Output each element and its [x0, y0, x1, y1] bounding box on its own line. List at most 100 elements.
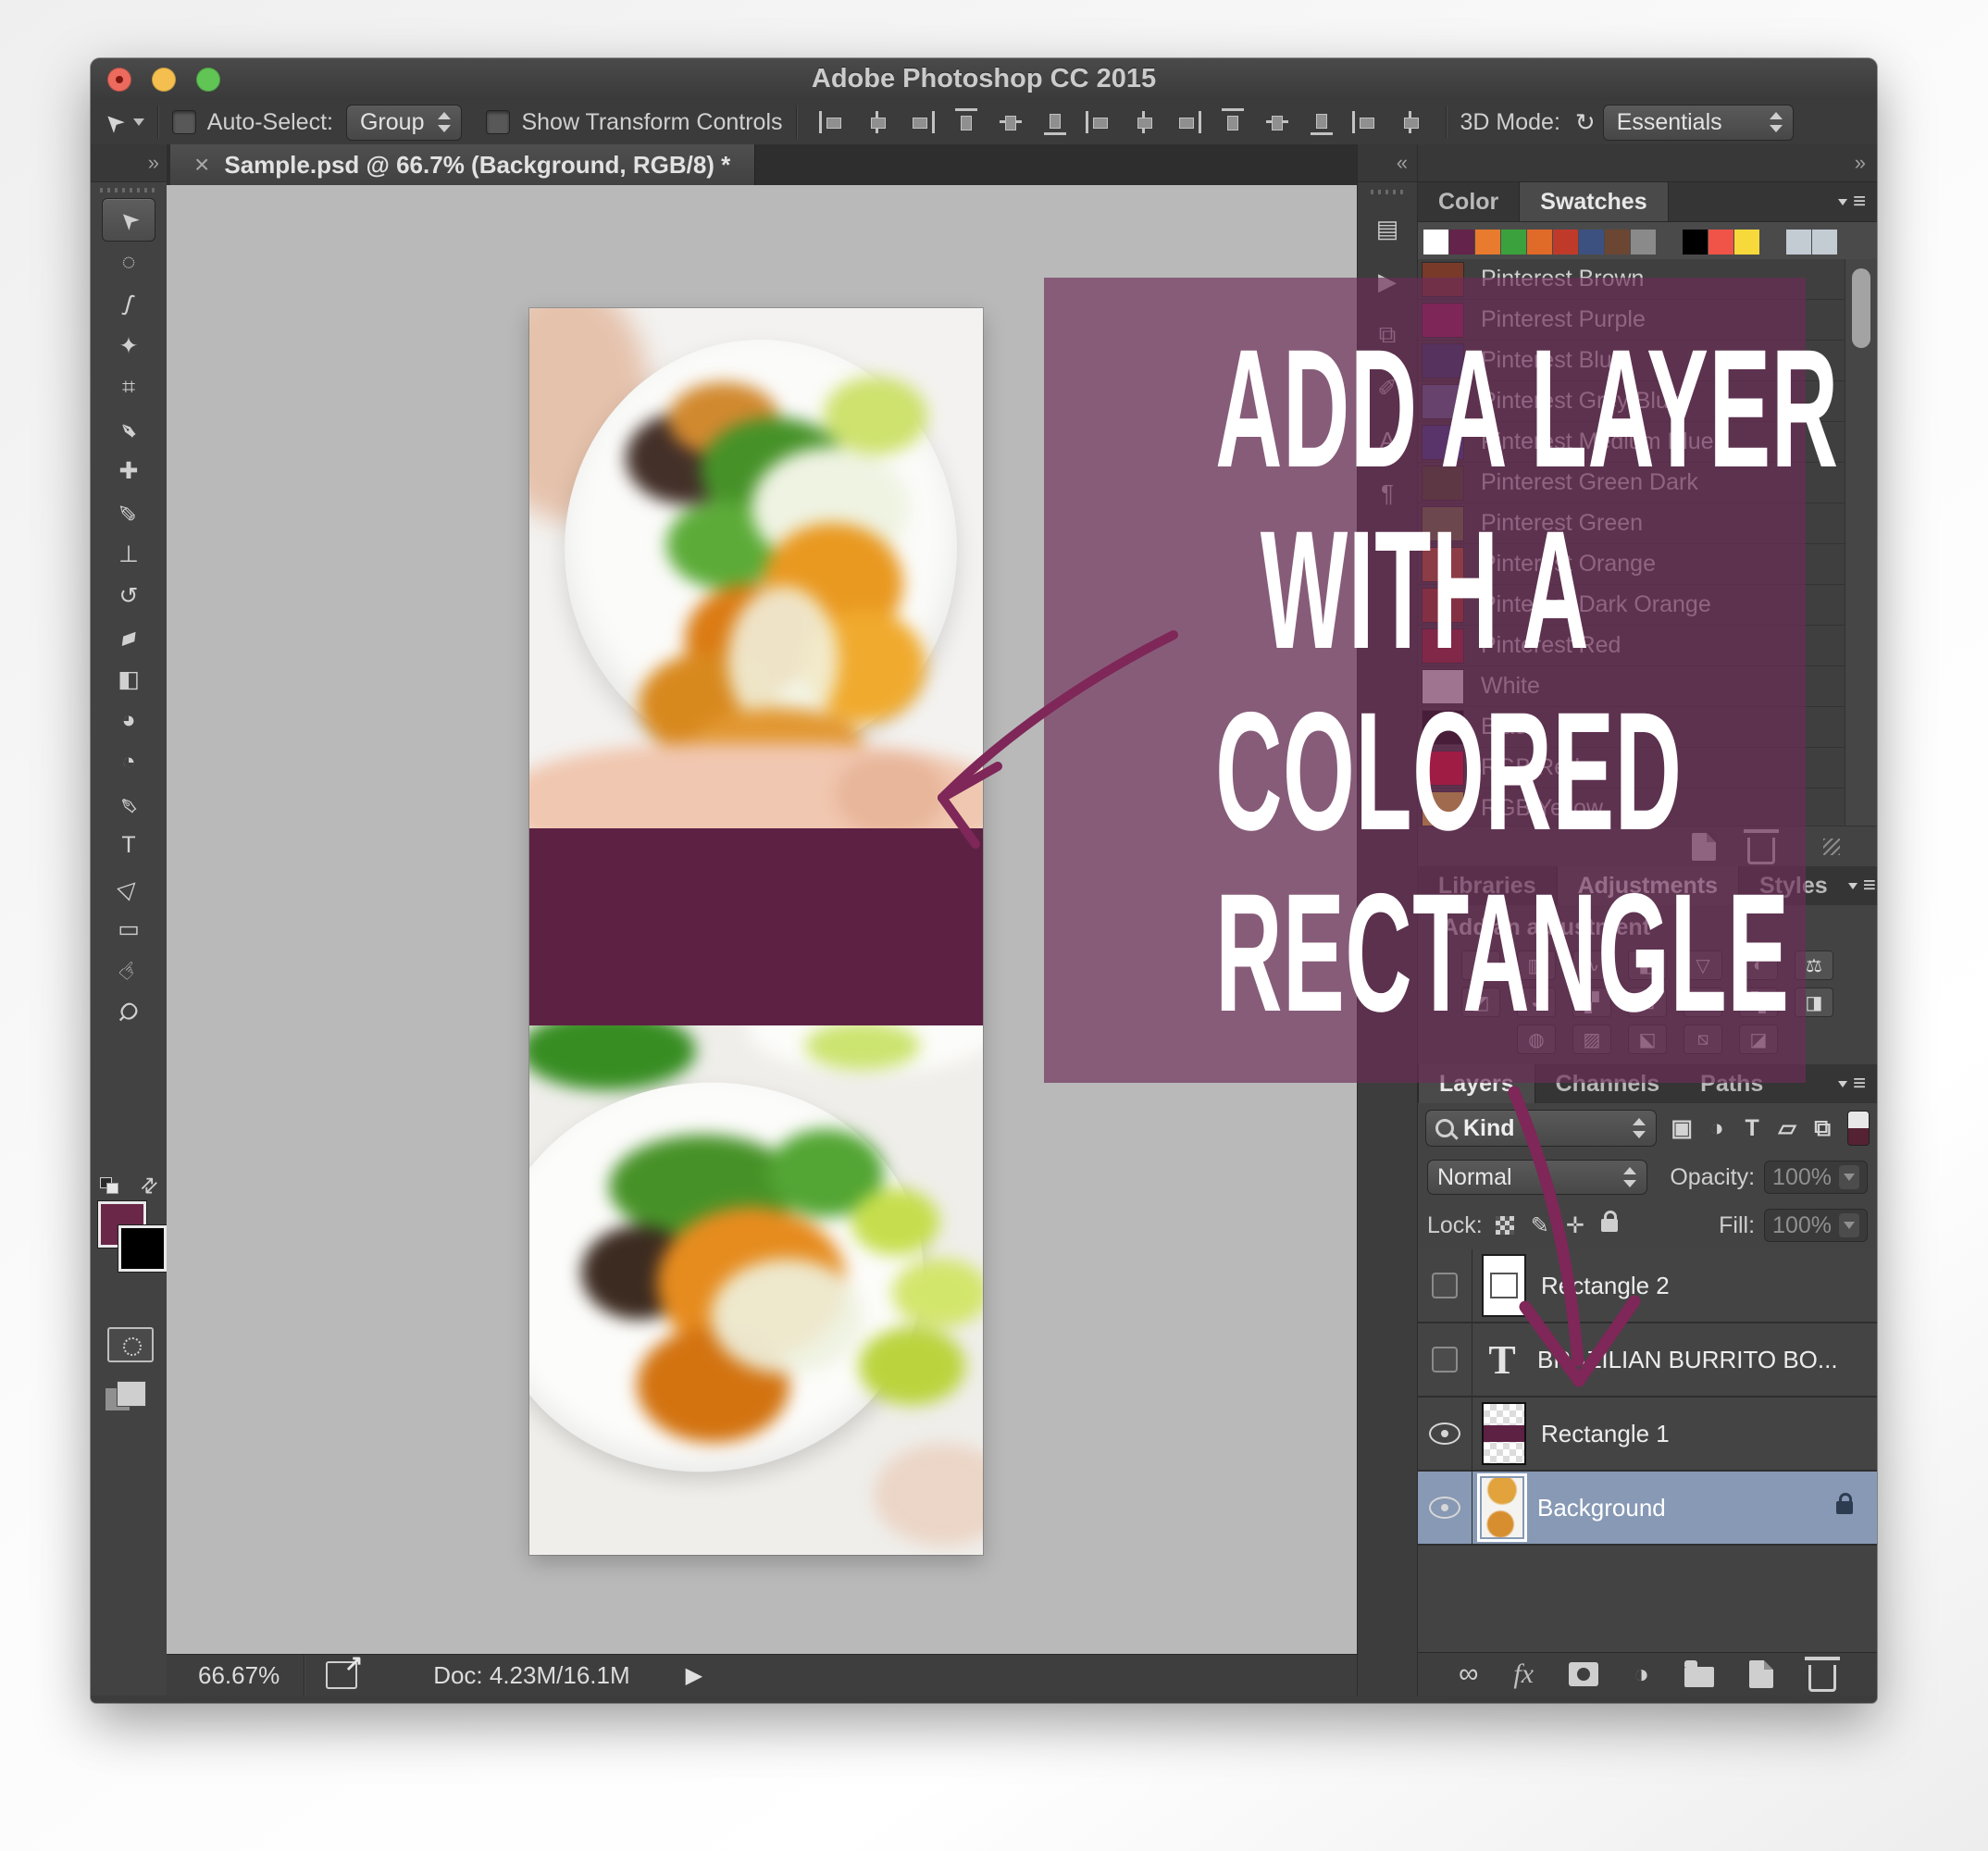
mask-icon[interactable] — [1569, 1662, 1598, 1686]
distribute-vertical-centers[interactable] — [1130, 108, 1158, 136]
actions-icon[interactable]: ▶ — [1378, 267, 1397, 296]
swatch-chip[interactable] — [1683, 230, 1708, 255]
tab-libraries[interactable]: Libraries — [1418, 866, 1557, 905]
brush-tool[interactable]: ✐ — [103, 491, 155, 533]
solid-color-adjustment-icon[interactable]: ⧅ — [1684, 1025, 1722, 1054]
collapse-dock-icon[interactable]: « — [1397, 151, 1408, 175]
magic-wand-tool[interactable]: ✦ — [103, 325, 155, 366]
curves-adjustment-icon[interactable]: ∿ — [1572, 950, 1611, 980]
rectangle-tool[interactable]: ▭ — [103, 908, 155, 950]
swatch-list-item[interactable]: Pinterest Medium Blue — [1418, 422, 1845, 463]
lock-position-icon[interactable]: ✛ — [1566, 1212, 1584, 1239]
auto-select-dropdown[interactable]: Group — [346, 105, 462, 141]
swatch-chip[interactable] — [1734, 230, 1759, 255]
clone-source-icon[interactable]: ⧉ — [1379, 320, 1397, 350]
swatch-list-item[interactable]: White — [1418, 666, 1845, 707]
show-transform-checkbox[interactable] — [486, 110, 510, 134]
path-selection-tool[interactable]: ▷ — [103, 866, 155, 908]
minimize-window-button[interactable] — [152, 68, 176, 92]
fill-value-box[interactable]: 100% — [1764, 1209, 1868, 1242]
black-white-adjustment-icon[interactable]: ◩ — [1461, 988, 1500, 1017]
panel-menu-icon[interactable]: ≡ — [1838, 189, 1866, 215]
selective-color-adjustment-icon[interactable]: ▨ — [1572, 1025, 1611, 1054]
swatch-chip[interactable] — [1527, 230, 1552, 255]
shape-layer-filter[interactable]: ▱ — [1771, 1114, 1803, 1142]
distribute-right-edges[interactable] — [1308, 108, 1336, 136]
swatch-chip[interactable] — [1812, 230, 1837, 255]
distribute-top-edges[interactable] — [1086, 108, 1113, 136]
swatch-list-item[interactable]: Pinterest Dark Orange — [1418, 585, 1845, 626]
threshold-adjustment-icon[interactable]: ◨ — [1795, 988, 1833, 1017]
swatch-list-item[interactable]: Pinterest Brown — [1418, 259, 1845, 300]
swatch-chip[interactable] — [1631, 230, 1656, 255]
swatch-list-item[interactable]: Pinterest Grey Blue — [1418, 381, 1845, 422]
align-top-edges[interactable] — [819, 108, 847, 136]
swatch-chip[interactable] — [1553, 230, 1578, 255]
hue-saturation-adjustment-icon[interactable]: ◐ — [1739, 950, 1778, 980]
adjustment-layer-filter[interactable]: ◑ — [1701, 1115, 1733, 1142]
swatch-list-item[interactable]: Pinterest Green — [1418, 503, 1845, 544]
swatch-chip[interactable] — [1786, 230, 1811, 255]
trash-icon[interactable] — [1808, 1665, 1836, 1692]
lock-all-icon[interactable] — [1601, 1219, 1618, 1232]
align-bottom-edges[interactable] — [908, 108, 936, 136]
dodge-tool[interactable]: ◔ — [103, 741, 155, 783]
swatch-list-item[interactable]: Pinterest Blue — [1418, 341, 1845, 381]
swatch-chip[interactable] — [1423, 230, 1448, 255]
blur-tool[interactable]: ◕ — [103, 700, 155, 741]
paragraph-icon[interactable]: ¶ — [1381, 479, 1394, 508]
history-icon[interactable]: ▤ — [1376, 215, 1399, 243]
layer-thumbnail[interactable] — [1482, 1478, 1522, 1537]
tab-color[interactable]: Color — [1418, 182, 1519, 221]
pattern-adjustment-icon[interactable]: ⬕ — [1628, 1025, 1667, 1054]
tab-swatches[interactable]: Swatches — [1519, 182, 1668, 221]
title-bar[interactable]: Adobe Photoshop CC 2015 — [91, 58, 1877, 101]
align-right-edges[interactable] — [1041, 108, 1069, 136]
healing-brush-tool[interactable]: ✚ — [103, 450, 155, 491]
tool-preset-caret-icon[interactable] — [133, 118, 144, 126]
visibility-cell[interactable] — [1418, 1249, 1472, 1322]
swatch-chip[interactable] — [1501, 230, 1526, 255]
default-colors-icon[interactable] — [100, 1177, 118, 1194]
brush-settings-icon[interactable]: ✐ — [1377, 374, 1398, 403]
eye-icon[interactable] — [1429, 1422, 1460, 1445]
gradient-adjustment-icon[interactable]: ◪ — [1739, 1025, 1778, 1054]
swatch-chip[interactable] — [1708, 230, 1733, 255]
color-lookup-adjustment-icon[interactable]: ⊡ — [1628, 988, 1667, 1017]
vibrance-adjustment-icon[interactable]: ▽ — [1684, 950, 1722, 980]
tab-channels[interactable]: Channels — [1535, 1064, 1681, 1103]
canvas-area[interactable] — [167, 185, 1359, 1655]
lock-paint-icon[interactable]: ✎ — [1531, 1212, 1549, 1239]
workspace-dropdown[interactable]: Essentials — [1603, 105, 1794, 141]
link-icon[interactable]: ∞ — [1459, 1658, 1478, 1690]
type-tool[interactable]: T — [103, 825, 155, 866]
panel-resize-grip[interactable] — [1823, 839, 1840, 855]
swatch-list-item[interactable]: RGB Red — [1418, 748, 1845, 789]
fx-icon[interactable]: fx — [1513, 1658, 1534, 1690]
gradient-map-adjustment-icon[interactable]: ◍ — [1517, 1025, 1556, 1054]
pen-tool[interactable]: ✑ — [103, 783, 155, 825]
swatch-scrollbar[interactable] — [1845, 259, 1877, 826]
visibility-cell[interactable] — [1418, 1472, 1472, 1544]
eyedropper-tool[interactable]: ✒ — [103, 408, 155, 450]
delete-swatch-icon[interactable] — [1747, 838, 1775, 864]
adjustment-icon[interactable]: ◑ — [1634, 1659, 1649, 1689]
move-tool[interactable]: ➤ — [102, 198, 155, 242]
align-horizontal-centers[interactable] — [997, 108, 1025, 136]
lasso-tool[interactable]: ʃ — [103, 283, 155, 325]
type-layer-filter[interactable]: T — [1736, 1115, 1768, 1142]
background-color-swatch[interactable] — [118, 1225, 167, 1272]
swatch-list-item[interactable]: Pinterest Orange — [1418, 544, 1845, 585]
panel-grip[interactable] — [1371, 190, 1404, 194]
layer-row[interactable]: Rectangle 1 — [1418, 1398, 1877, 1472]
panel-menu-icon[interactable]: ≡ — [1848, 873, 1876, 899]
tab-layers[interactable]: Layers — [1418, 1064, 1535, 1103]
swatch-list-item[interactable]: Pinterest Purple — [1418, 300, 1845, 341]
character-icon[interactable]: A — [1379, 427, 1395, 455]
share-icon[interactable] — [326, 1661, 357, 1689]
group-icon[interactable] — [1684, 1667, 1714, 1687]
marquee-tool[interactable]: ◌ — [103, 242, 155, 283]
tab-adjustments[interactable]: Adjustments — [1557, 866, 1739, 905]
status-options-arrow-icon[interactable]: ▶ — [686, 1662, 702, 1689]
document-tab[interactable]: × Sample.psd @ 66.7% (Background, RGB/8)… — [170, 144, 755, 185]
